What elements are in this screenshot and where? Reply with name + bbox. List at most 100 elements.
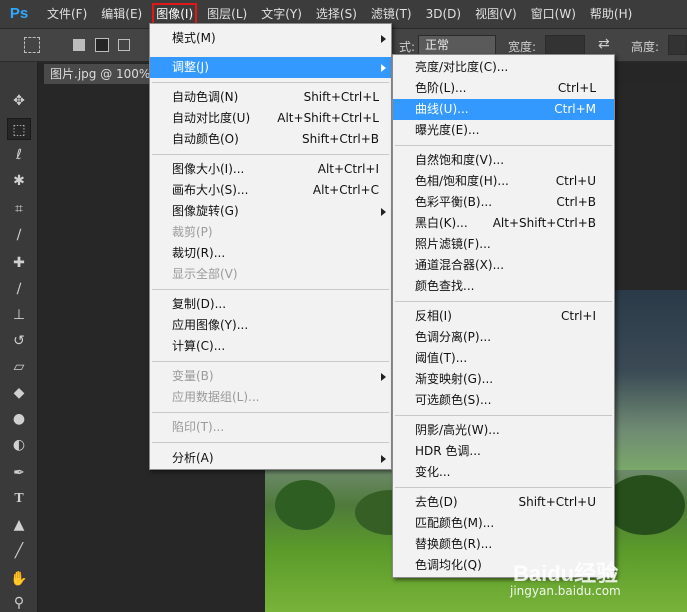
adjust-menu-item[interactable]: 去色(D) Shift+Ctrl+U: [393, 492, 614, 513]
image-menu-item[interactable]: 自动颜色(O) Shift+Ctrl+B: [150, 129, 391, 150]
blur-tool-icon[interactable]: ●: [7, 408, 31, 430]
zoom-tool-icon[interactable]: ⚲: [7, 592, 31, 612]
adjust-menu-item[interactable]: 曲线(U)... Ctrl+M: [393, 99, 614, 120]
menu-item-label: 颜色查找...: [415, 279, 475, 293]
tree: [275, 480, 335, 530]
magic-wand-tool-icon[interactable]: ✱: [7, 170, 31, 192]
menu-item-label: 变化...: [415, 465, 451, 479]
tools-panel: ✥ ⬚ ℓ ✱ ⌗ ∕ ✚ ∕ ⊥ ↺ ▱ ◆ ● ◐ ✒ T ▲ ╱ ✋ ⚲: [0, 62, 38, 612]
image-menu-item[interactable]: 图像旋转(G): [150, 201, 391, 222]
style-label: 式:: [399, 40, 416, 54]
submenu-arrow-icon: [381, 35, 386, 43]
menu-item-label: 调整(J): [172, 60, 209, 74]
image-menu-item: 裁剪(P): [150, 222, 391, 243]
eraser-tool-icon[interactable]: ▱: [7, 356, 31, 378]
image-menu-item[interactable]: 应用图像(Y)...: [150, 315, 391, 336]
style-select[interactable]: 正常: [418, 35, 496, 55]
menu-item-label: 替换颜色(R)...: [415, 537, 493, 551]
adjust-menu-item[interactable]: HDR 色调...: [393, 441, 614, 462]
line-tool-icon[interactable]: ╱: [7, 540, 31, 562]
adjust-menu-item[interactable]: 照片滤镜(F)...: [393, 234, 614, 255]
menu-file[interactable]: 文件(F): [40, 0, 94, 29]
path-selection-tool-icon[interactable]: ▲: [7, 514, 31, 536]
marquee-tool-icon[interactable]: ⬚: [7, 118, 31, 140]
menu-window[interactable]: 窗口(W): [524, 0, 583, 29]
menu-help[interactable]: 帮助(H): [583, 0, 639, 29]
menu-item-shortcut: Ctrl+L: [557, 81, 596, 95]
adjust-menu-item[interactable]: 阈值(T)...: [393, 348, 614, 369]
hand-tool-icon[interactable]: ✋: [7, 568, 31, 590]
menu-item-label: 应用图像(Y)...: [172, 318, 249, 332]
adjust-menu-item[interactable]: 通道混合器(X)...: [393, 255, 614, 276]
adjust-menu-item[interactable]: 亮度/对比度(C)...: [393, 57, 614, 78]
adjust-menu-item[interactable]: 渐变映射(G)...: [393, 369, 614, 390]
image-menu-item[interactable]: 分析(A): [150, 448, 391, 469]
image-menu-item[interactable]: 裁切(R)...: [150, 243, 391, 264]
submenu-arrow-icon: [381, 208, 386, 216]
menu-item-label: 色阶(L)...: [415, 81, 467, 95]
submenu-arrow-icon: [381, 64, 386, 72]
pen-tool-icon[interactable]: ✒: [7, 462, 31, 484]
type-tool-icon[interactable]: T: [7, 488, 31, 510]
menu-separator: [395, 487, 612, 488]
move-tool-icon[interactable]: ✥: [7, 90, 31, 112]
menu-item-shortcut: Ctrl+I: [561, 309, 596, 323]
adjust-menu-item[interactable]: 色阶(L)... Ctrl+L: [393, 78, 614, 99]
menu-item-label: 阈值(T)...: [415, 351, 468, 365]
image-menu-item[interactable]: 自动色调(N) Shift+Ctrl+L: [150, 87, 391, 108]
menu-separator: [152, 289, 389, 290]
submenu-arrow-icon: [381, 455, 386, 463]
subtract-selection-icon[interactable]: [118, 39, 130, 51]
paint-bucket-tool-icon[interactable]: ◆: [7, 382, 31, 404]
healing-brush-tool-icon[interactable]: ✚: [7, 252, 31, 274]
adjust-menu-item[interactable]: 色调分离(P)...: [393, 327, 614, 348]
image-menu-item[interactable]: 图像大小(I)... Alt+Ctrl+I: [150, 159, 391, 180]
adjust-menu-item[interactable]: 替换颜色(R)...: [393, 534, 614, 555]
adjust-menu-item[interactable]: 可选颜色(S)...: [393, 390, 614, 411]
menu-item-label: 裁切(R)...: [172, 246, 226, 260]
document-tab[interactable]: 图片.jpg @ 100%(: [44, 64, 164, 84]
adjust-menu-item[interactable]: 匹配颜色(M)...: [393, 513, 614, 534]
image-menu-item[interactable]: 复制(D)...: [150, 294, 391, 315]
new-selection-icon[interactable]: [73, 39, 85, 51]
clone-stamp-tool-icon[interactable]: ⊥: [7, 304, 31, 326]
eyedropper-tool-icon[interactable]: ∕: [7, 224, 31, 246]
adjust-menu-item[interactable]: 黑白(K)... Alt+Shift+Ctrl+B: [393, 213, 614, 234]
menu-item-label: 陷印(T)...: [172, 420, 225, 434]
image-menu-item[interactable]: 自动对比度(U) Alt+Shift+Ctrl+L: [150, 108, 391, 129]
menu-item-label: 图像大小(I)...: [172, 162, 245, 176]
dodge-tool-icon[interactable]: ◐: [7, 434, 31, 456]
adjust-menu-item[interactable]: 反相(I) Ctrl+I: [393, 306, 614, 327]
history-brush-tool-icon[interactable]: ↺: [7, 330, 31, 352]
adjust-menu-item[interactable]: 色相/饱和度(H)... Ctrl+U: [393, 171, 614, 192]
image-menu-item[interactable]: 画布大小(S)... Alt+Ctrl+C: [150, 180, 391, 201]
add-selection-icon[interactable]: [95, 38, 109, 52]
swap-icon[interactable]: ⇄: [598, 36, 610, 52]
menu-separator: [395, 301, 612, 302]
menu-view[interactable]: 视图(V): [468, 0, 524, 29]
adjust-menu-item[interactable]: 曝光度(E)...: [393, 120, 614, 141]
adjust-menu-item[interactable]: 变化...: [393, 462, 614, 483]
menu-3d[interactable]: 3D(D): [419, 0, 468, 29]
menu-item-label: 阴影/高光(W)...: [415, 423, 500, 437]
menu-separator: [395, 415, 612, 416]
adjust-menu-item[interactable]: 自然饱和度(V)...: [393, 150, 614, 171]
image-menu-item[interactable]: 模式(M): [150, 28, 391, 49]
image-menu-item[interactable]: 调整(J): [150, 57, 391, 78]
menu-item-label: 计算(C)...: [172, 339, 226, 353]
menu-edit[interactable]: 编辑(E): [94, 0, 149, 29]
marquee-preset-icon[interactable]: [24, 37, 40, 53]
menu-separator: [152, 442, 389, 443]
adjust-menu-item[interactable]: 颜色查找...: [393, 276, 614, 297]
lasso-tool-icon[interactable]: ℓ: [7, 144, 31, 166]
menu-item-shortcut: Alt+Ctrl+I: [317, 162, 379, 176]
adjust-menu-item[interactable]: 色彩平衡(B)... Ctrl+B: [393, 192, 614, 213]
height-field[interactable]: [668, 35, 687, 55]
crop-tool-icon[interactable]: ⌗: [7, 198, 31, 220]
menu-item-shortcut: Alt+Shift+Ctrl+L: [277, 111, 379, 125]
adjust-menu-item[interactable]: 阴影/高光(W)...: [393, 420, 614, 441]
brush-tool-icon[interactable]: ∕: [7, 278, 31, 300]
image-menu-item[interactable]: 计算(C)...: [150, 336, 391, 357]
width-field[interactable]: [545, 35, 585, 55]
menu-separator: [152, 154, 389, 155]
